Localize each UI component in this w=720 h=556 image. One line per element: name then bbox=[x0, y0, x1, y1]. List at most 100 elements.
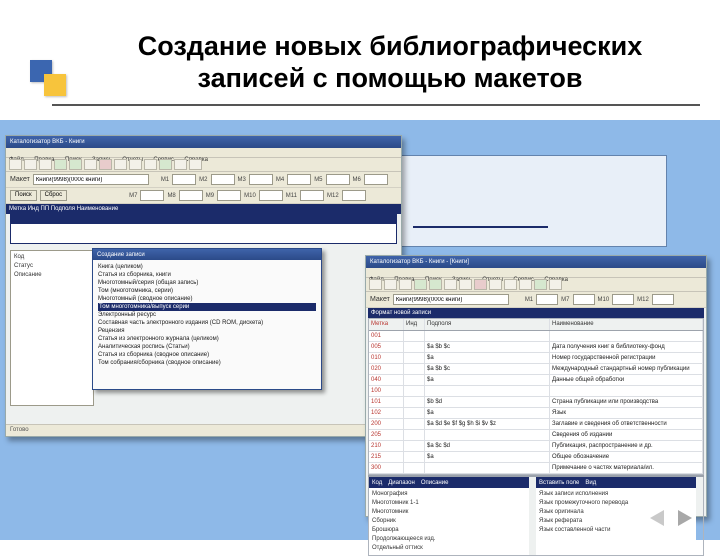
m-field[interactable] bbox=[342, 190, 366, 201]
template-list-item[interactable]: Том (многотомника, серии) bbox=[98, 287, 316, 295]
toolbar-button[interactable] bbox=[129, 159, 142, 170]
m-field[interactable] bbox=[249, 174, 273, 185]
list-item[interactable]: Язык записи исполнения bbox=[539, 490, 693, 499]
template-list[interactable]: Книга (целиком)Статья из сборника, книги… bbox=[93, 260, 321, 370]
toolbar-button[interactable] bbox=[54, 159, 67, 170]
toolbar-button[interactable] bbox=[189, 159, 202, 170]
table-row[interactable]: 200$a $d $e $f $g $h $i $v $zЗаглавие и … bbox=[369, 419, 703, 430]
toolbar-button[interactable] bbox=[39, 159, 52, 170]
list-item[interactable]: Отдельный оттиск bbox=[372, 544, 526, 553]
tab[interactable]: Описание bbox=[421, 480, 449, 486]
template-input[interactable] bbox=[393, 294, 509, 305]
table-row[interactable]: 001 bbox=[369, 331, 703, 342]
sidebar-tab[interactable]: Статус bbox=[14, 262, 90, 271]
template-input[interactable] bbox=[33, 174, 149, 185]
clear-button[interactable]: Сброс bbox=[40, 190, 67, 201]
prev-slide-button[interactable] bbox=[650, 510, 664, 526]
toolbar-button[interactable] bbox=[84, 159, 97, 170]
template-list-item[interactable]: Книга (целиком) bbox=[98, 263, 316, 271]
m-field[interactable] bbox=[140, 190, 164, 201]
toolbar-button[interactable] bbox=[174, 159, 187, 170]
find-button[interactable]: Поиск bbox=[10, 190, 37, 201]
m-field[interactable] bbox=[179, 190, 203, 201]
window-titlebar[interactable]: Каталогизатор ВКБ - Книги - [Книги] bbox=[366, 256, 706, 268]
toolbar-button[interactable] bbox=[534, 279, 547, 290]
table-row[interactable]: 210$a $c $dПубликация, распространение и… bbox=[369, 441, 703, 452]
next-slide-button[interactable] bbox=[678, 510, 692, 526]
toolbar-button[interactable] bbox=[399, 279, 412, 290]
table-row[interactable]: 020$a $b $cМеждународный стандартный ном… bbox=[369, 364, 703, 375]
list-item[interactable]: Брошюра bbox=[372, 526, 526, 535]
template-list-item[interactable]: Рецензия bbox=[98, 327, 316, 335]
toolbar-button[interactable] bbox=[489, 279, 502, 290]
template-list-item[interactable]: Том многотомника/выпуск серии bbox=[98, 303, 316, 311]
m-field[interactable] bbox=[217, 190, 241, 201]
template-list-item[interactable]: Статья из сборника, книги bbox=[98, 271, 316, 279]
list-item[interactable]: Сборник bbox=[372, 517, 526, 526]
toolbar-button[interactable] bbox=[69, 159, 82, 170]
tab[interactable]: Код bbox=[372, 480, 382, 486]
fields-table[interactable]: Метка Инд Подполя Наименование 001005$a … bbox=[368, 318, 704, 475]
list-item[interactable]: Монография bbox=[372, 490, 526, 499]
template-list-item[interactable]: Том собрания/сборника (сводное описание) bbox=[98, 359, 316, 367]
template-list-item[interactable]: Многотомный (сводное описание) bbox=[98, 295, 316, 303]
m-field[interactable] bbox=[612, 294, 634, 305]
toolbar[interactable] bbox=[366, 278, 706, 292]
toolbar-button[interactable] bbox=[144, 159, 157, 170]
table-row[interactable]: 040$aДанные общей обработки bbox=[369, 375, 703, 386]
table-row[interactable]: 300Примечание о частях материала/ил. bbox=[369, 463, 703, 474]
table-row[interactable]: 102$aЯзык bbox=[369, 408, 703, 419]
table-row[interactable]: 005$a $b $cДата получения книг в библиот… bbox=[369, 342, 703, 353]
toolbar-button[interactable] bbox=[384, 279, 397, 290]
m-field[interactable] bbox=[259, 190, 283, 201]
toolbar-button[interactable] bbox=[114, 159, 127, 170]
toolbar-button[interactable] bbox=[519, 279, 532, 290]
template-list-item[interactable]: Многотомный/серия (общая запись) bbox=[98, 279, 316, 287]
table-row[interactable]: 101$b $dСтрана публикации или производст… bbox=[369, 397, 703, 408]
template-list-item[interactable]: Электронный ресурс bbox=[98, 311, 316, 319]
toolbar-button[interactable] bbox=[429, 279, 442, 290]
m-field[interactable] bbox=[172, 174, 196, 185]
table-row[interactable]: 010$aНомер государственной регистрации bbox=[369, 353, 703, 364]
menubar[interactable]: Файл Правка Поиск Запись Отчеты Сервис С… bbox=[6, 148, 401, 158]
m-field[interactable] bbox=[364, 174, 388, 185]
tab[interactable]: Диапазон bbox=[388, 480, 415, 486]
m-field[interactable] bbox=[536, 294, 558, 305]
m-field[interactable] bbox=[326, 174, 350, 185]
m-field[interactable] bbox=[300, 190, 324, 201]
toolbar-button[interactable] bbox=[24, 159, 37, 170]
tab[interactable]: Вид bbox=[585, 480, 596, 486]
toolbar-button[interactable] bbox=[474, 279, 487, 290]
list-item[interactable]: Язык составленной части bbox=[539, 526, 693, 535]
sidebar-tabs[interactable]: Код Статус Описание bbox=[10, 250, 94, 406]
record-grid[interactable] bbox=[10, 214, 397, 244]
template-list-item[interactable]: Статья из сборника (сводное описание) bbox=[98, 351, 316, 359]
sidebar-tab[interactable]: Код bbox=[14, 253, 90, 262]
sidebar-tab[interactable]: Описание bbox=[14, 271, 90, 280]
menubar[interactable]: Файл Правка Поиск Запись Отчеты Сервис С… bbox=[366, 268, 706, 278]
m-field[interactable] bbox=[573, 294, 595, 305]
m-field[interactable] bbox=[287, 174, 311, 185]
toolbar-button[interactable] bbox=[369, 279, 382, 290]
m-field[interactable] bbox=[211, 174, 235, 185]
toolbar-button[interactable] bbox=[459, 279, 472, 290]
toolbar-button[interactable] bbox=[99, 159, 112, 170]
list-item[interactable]: Многотомник bbox=[372, 508, 526, 517]
template-list-item[interactable]: Аналитическая роспись (Статьи) bbox=[98, 343, 316, 351]
table-row[interactable]: 215$aОбщее обозначение bbox=[369, 452, 703, 463]
lower-left-pane[interactable]: Код Диапазон Описание МонографияМноготом… bbox=[369, 477, 529, 555]
toolbar-button[interactable] bbox=[9, 159, 22, 170]
template-list-item[interactable]: Составная часть электронного издания (CD… bbox=[98, 319, 316, 327]
list-item[interactable]: Многотомник 1-1 bbox=[372, 499, 526, 508]
toolbar-button[interactable] bbox=[159, 159, 172, 170]
toolbar-button[interactable] bbox=[504, 279, 517, 290]
toolbar-button[interactable] bbox=[444, 279, 457, 290]
template-list-item[interactable]: Статья из электронного журнала (целиком) bbox=[98, 335, 316, 343]
table-row[interactable]: 205Сведения об издании bbox=[369, 430, 703, 441]
toolbar-button[interactable] bbox=[414, 279, 427, 290]
tab[interactable]: Вставить поле bbox=[539, 480, 579, 486]
table-row[interactable]: 100 bbox=[369, 386, 703, 397]
toolbar-button[interactable] bbox=[549, 279, 562, 290]
list-item[interactable]: Язык промежуточного перевода bbox=[539, 499, 693, 508]
dialog-titlebar[interactable]: Создание записи bbox=[93, 249, 321, 260]
